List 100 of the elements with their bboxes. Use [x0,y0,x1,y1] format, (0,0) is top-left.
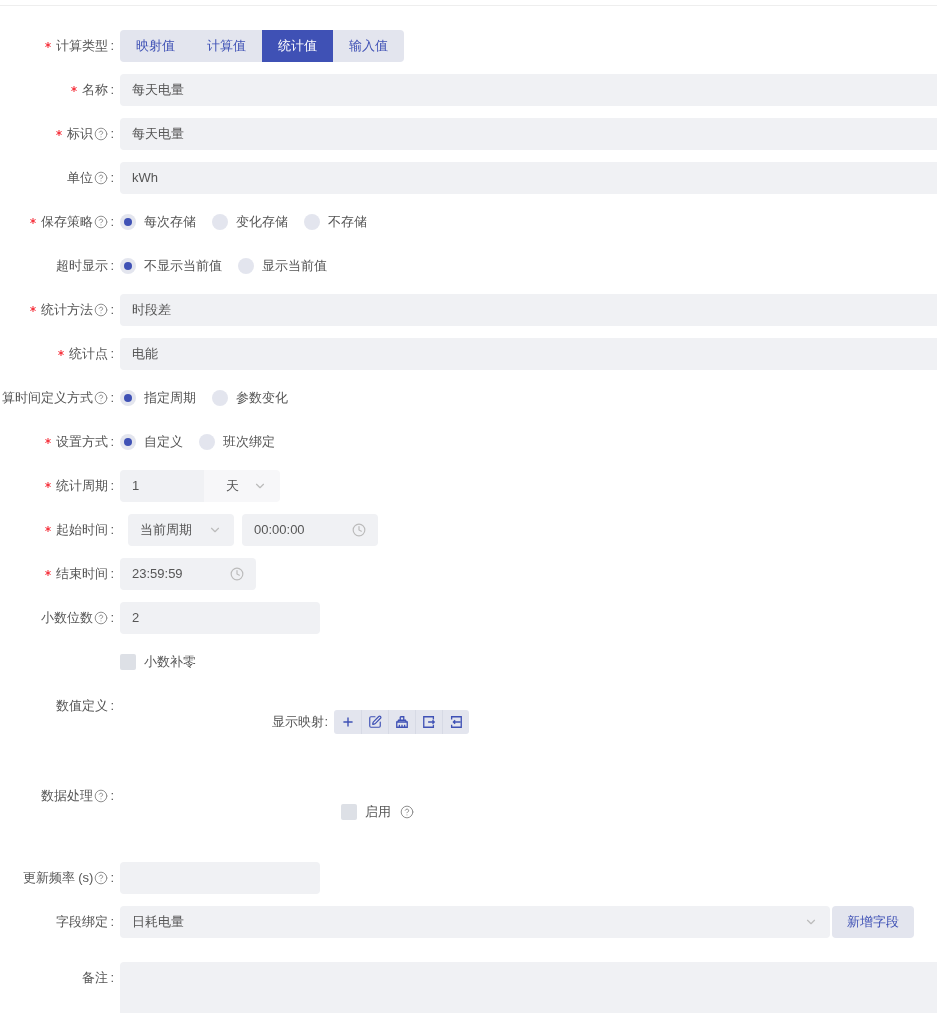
required-asterisk-icon [45,437,52,444]
brush-icon [395,715,409,729]
radio-button[interactable] [199,434,215,450]
segment-tab[interactable]: 输入值 [333,30,404,62]
colon: : [110,213,114,232]
radio-button[interactable] [120,434,136,450]
colon: : [110,389,114,408]
colon: : [110,565,114,584]
radio-label: 自定义 [144,433,183,452]
field-label: 数值定义 [56,697,109,716]
field-label: 字段绑定 [56,913,109,932]
colon: : [110,257,114,276]
number-field[interactable]: 1 [120,470,204,502]
radio-button[interactable] [212,390,228,406]
help-icon[interactable] [94,171,109,185]
field-label: 小数位数 [41,609,94,628]
edit-icon [368,715,382,729]
field-label: 超时显示 [56,257,109,276]
input-field[interactable]: kWh [120,162,937,194]
input-field[interactable]: 每天电量 [120,74,937,106]
colon: : [110,345,114,364]
field-label: 结束时间 [56,565,109,584]
required-asterisk-icon [45,41,52,48]
radio-button[interactable] [212,214,228,230]
colon: : [110,301,114,320]
field-label: 标识 [67,125,94,144]
segment-tab[interactable]: 计算值 [191,30,262,62]
radio-label: 变化存储 [236,213,288,232]
input-field[interactable]: 电能 [120,338,937,370]
radio-button[interactable] [120,214,136,230]
period-select[interactable]: 当前周期 [128,514,234,546]
plus-icon [340,715,355,729]
colon: : [110,787,114,806]
import-icon [449,715,463,729]
segment-tab[interactable]: 映射值 [120,30,191,62]
select-field[interactable]: 日耗电量 [120,906,830,938]
radio-button[interactable] [120,258,136,274]
field-label: 保存策略 [41,213,94,232]
time-field[interactable]: 23:59:59 [120,558,256,590]
colon: : [110,37,114,56]
field-label: 单位 [67,169,94,188]
field-label: 更新频率 (s) [22,869,94,888]
colon: : [110,521,114,540]
required-asterisk-icon [45,481,52,488]
field-label: 显示映射: [272,713,328,732]
checkbox[interactable] [120,654,136,670]
radio-button[interactable] [304,214,320,230]
radio-label: 不存储 [328,213,367,232]
add-field-button[interactable]: 新增字段 [832,906,914,938]
export-icon [422,715,436,729]
colon: : [110,81,114,100]
field-label: 计算类型 [56,37,109,56]
required-asterisk-icon [45,525,52,532]
unit-select[interactable]: 天 [204,470,280,502]
field-label: 备注 [82,969,109,988]
colon: : [110,169,114,188]
field-label: 统计点 [69,345,109,364]
field-label: 算时间定义方式 [2,389,94,408]
required-asterisk-icon [71,85,78,92]
input-field[interactable]: 每天电量 [120,118,937,150]
radio-label: 指定周期 [144,389,196,408]
colon: : [110,477,114,496]
colon: : [110,433,114,452]
input-field[interactable]: 2 [120,602,320,634]
field-label: 设置方式 [56,433,109,452]
clock-icon [230,567,244,581]
help-icon[interactable] [94,127,109,141]
field-label: 起始时间 [56,521,109,540]
radio-label: 班次绑定 [223,433,275,452]
required-asterisk-icon [56,129,63,136]
radio-button[interactable] [238,258,254,274]
required-asterisk-icon [30,305,37,312]
checkbox[interactable] [341,804,357,820]
colon: : [110,969,114,988]
required-asterisk-icon [30,217,37,224]
help-icon[interactable] [94,789,109,803]
colon: : [110,609,114,628]
colon: : [110,697,114,716]
colon: : [110,913,114,932]
help-icon[interactable] [94,303,109,317]
required-asterisk-icon [58,349,65,356]
time-field[interactable]: 00:00:00 [242,514,378,546]
help-icon[interactable] [94,871,109,885]
field-label: 统计方法 [41,301,94,320]
help-icon[interactable] [94,215,109,229]
help-icon[interactable] [94,611,109,625]
radio-button[interactable] [120,390,136,406]
input-field[interactable]: 时段差 [120,294,937,326]
field-label: 统计周期 [56,477,109,496]
checkbox-label: 小数补零 [144,653,196,672]
required-asterisk-icon [45,569,52,576]
help-icon[interactable] [94,391,109,405]
segment-tab[interactable]: 统计值 [262,30,333,62]
radio-label: 显示当前值 [262,257,327,276]
radio-label: 不显示当前值 [144,257,222,276]
radio-label: 参数变化 [236,389,288,408]
field-label: 名称 [82,81,109,100]
help-icon[interactable] [400,805,414,819]
checkbox-label: 启用 [365,803,391,822]
colon: : [110,125,114,144]
